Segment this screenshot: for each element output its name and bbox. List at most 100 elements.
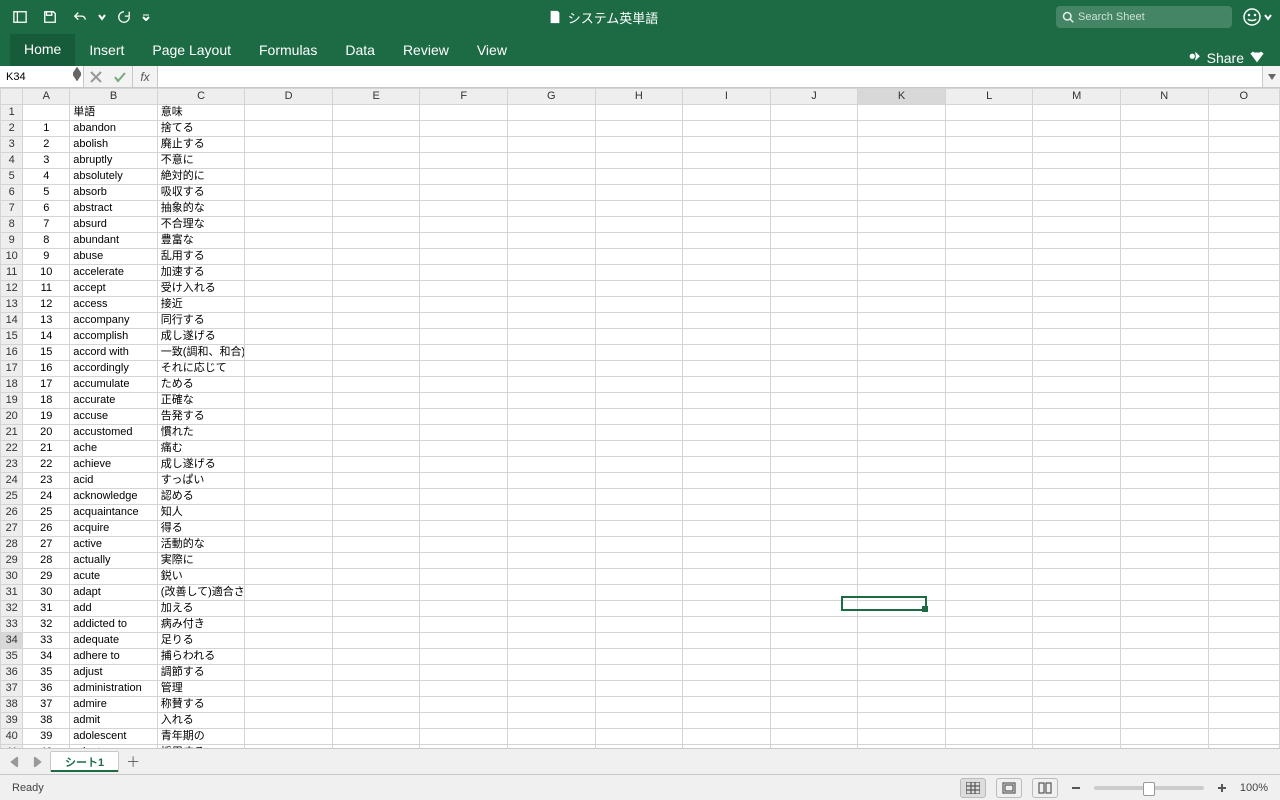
cell-C24[interactable]: すっぱい bbox=[157, 473, 245, 489]
cell-C8[interactable]: 不合理な bbox=[157, 217, 245, 233]
cell-G9[interactable] bbox=[508, 233, 596, 249]
cell-G1[interactable] bbox=[508, 105, 596, 121]
cell-N8[interactable] bbox=[1120, 217, 1208, 233]
cell-G20[interactable] bbox=[508, 409, 596, 425]
cell-A39[interactable]: 38 bbox=[23, 713, 70, 729]
cell-J40[interactable] bbox=[770, 729, 858, 745]
cell-J16[interactable] bbox=[770, 345, 858, 361]
qat-customize-icon[interactable] bbox=[142, 8, 150, 26]
cell-C2[interactable]: 捨てる bbox=[157, 121, 245, 137]
cell-O22[interactable] bbox=[1208, 441, 1279, 457]
cell-L17[interactable] bbox=[945, 361, 1033, 377]
row-header-35[interactable]: 35 bbox=[1, 649, 23, 665]
cell-I18[interactable] bbox=[683, 377, 771, 393]
cell-A26[interactable]: 25 bbox=[23, 505, 70, 521]
cell-L36[interactable] bbox=[945, 665, 1033, 681]
cell-N6[interactable] bbox=[1120, 185, 1208, 201]
cell-O10[interactable] bbox=[1208, 249, 1279, 265]
cell-F10[interactable] bbox=[420, 249, 508, 265]
cell-L23[interactable] bbox=[945, 457, 1033, 473]
cell-C9[interactable]: 豊富な bbox=[157, 233, 245, 249]
row-header-19[interactable]: 19 bbox=[1, 393, 23, 409]
cell-K1[interactable] bbox=[858, 105, 946, 121]
cell-F39[interactable] bbox=[420, 713, 508, 729]
cell-F7[interactable] bbox=[420, 201, 508, 217]
column-header-C[interactable]: C bbox=[157, 89, 245, 105]
cell-N34[interactable] bbox=[1120, 633, 1208, 649]
redo-icon[interactable] bbox=[112, 5, 136, 29]
cell-C30[interactable]: 鋭い bbox=[157, 569, 245, 585]
cell-I38[interactable] bbox=[683, 697, 771, 713]
cell-M12[interactable] bbox=[1033, 281, 1121, 297]
cell-N40[interactable] bbox=[1120, 729, 1208, 745]
cell-N12[interactable] bbox=[1120, 281, 1208, 297]
cell-F30[interactable] bbox=[420, 569, 508, 585]
cell-H36[interactable] bbox=[595, 665, 683, 681]
cell-E33[interactable] bbox=[332, 617, 420, 633]
cell-D8[interactable] bbox=[245, 217, 333, 233]
row-header-26[interactable]: 26 bbox=[1, 505, 23, 521]
column-header-L[interactable]: L bbox=[945, 89, 1033, 105]
cell-E9[interactable] bbox=[332, 233, 420, 249]
select-all-corner[interactable] bbox=[1, 89, 23, 105]
cell-K33[interactable] bbox=[858, 617, 946, 633]
cell-K34[interactable] bbox=[858, 633, 946, 649]
cell-D11[interactable] bbox=[245, 265, 333, 281]
cell-H15[interactable] bbox=[595, 329, 683, 345]
cell-G11[interactable] bbox=[508, 265, 596, 281]
cell-K27[interactable] bbox=[858, 521, 946, 537]
cell-B1[interactable]: 単語 bbox=[70, 105, 158, 121]
cell-K20[interactable] bbox=[858, 409, 946, 425]
ribbon-tab-insert[interactable]: Insert bbox=[75, 34, 138, 66]
zoom-slider[interactable] bbox=[1094, 786, 1204, 790]
cell-H34[interactable] bbox=[595, 633, 683, 649]
cell-F28[interactable] bbox=[420, 537, 508, 553]
row-header-20[interactable]: 20 bbox=[1, 409, 23, 425]
cell-M20[interactable] bbox=[1033, 409, 1121, 425]
cell-K31[interactable] bbox=[858, 585, 946, 601]
cell-I14[interactable] bbox=[683, 313, 771, 329]
cell-L7[interactable] bbox=[945, 201, 1033, 217]
cell-I5[interactable] bbox=[683, 169, 771, 185]
cell-E36[interactable] bbox=[332, 665, 420, 681]
cell-I12[interactable] bbox=[683, 281, 771, 297]
cell-D33[interactable] bbox=[245, 617, 333, 633]
cell-D39[interactable] bbox=[245, 713, 333, 729]
cell-C33[interactable]: 病み付き bbox=[157, 617, 245, 633]
cell-J2[interactable] bbox=[770, 121, 858, 137]
cell-D24[interactable] bbox=[245, 473, 333, 489]
cell-L5[interactable] bbox=[945, 169, 1033, 185]
cell-N9[interactable] bbox=[1120, 233, 1208, 249]
cell-H37[interactable] bbox=[595, 681, 683, 697]
cell-O2[interactable] bbox=[1208, 121, 1279, 137]
cell-H30[interactable] bbox=[595, 569, 683, 585]
cell-E15[interactable] bbox=[332, 329, 420, 345]
cell-N31[interactable] bbox=[1120, 585, 1208, 601]
cell-F24[interactable] bbox=[420, 473, 508, 489]
column-header-F[interactable]: F bbox=[420, 89, 508, 105]
cell-K24[interactable] bbox=[858, 473, 946, 489]
cell-I11[interactable] bbox=[683, 265, 771, 281]
cell-L2[interactable] bbox=[945, 121, 1033, 137]
cell-E6[interactable] bbox=[332, 185, 420, 201]
cell-G26[interactable] bbox=[508, 505, 596, 521]
cell-B34[interactable]: adequate bbox=[70, 633, 158, 649]
cell-A17[interactable]: 16 bbox=[23, 361, 70, 377]
cell-O39[interactable] bbox=[1208, 713, 1279, 729]
cell-J5[interactable] bbox=[770, 169, 858, 185]
ribbon-tab-page-layout[interactable]: Page Layout bbox=[138, 34, 245, 66]
cell-F25[interactable] bbox=[420, 489, 508, 505]
cell-I17[interactable] bbox=[683, 361, 771, 377]
row-header-7[interactable]: 7 bbox=[1, 201, 23, 217]
cell-C32[interactable]: 加える bbox=[157, 601, 245, 617]
cell-A5[interactable]: 4 bbox=[23, 169, 70, 185]
cell-N2[interactable] bbox=[1120, 121, 1208, 137]
cell-A13[interactable]: 12 bbox=[23, 297, 70, 313]
cell-M5[interactable] bbox=[1033, 169, 1121, 185]
row-header-41[interactable]: 41 bbox=[1, 745, 23, 749]
cell-N19[interactable] bbox=[1120, 393, 1208, 409]
cell-H3[interactable] bbox=[595, 137, 683, 153]
cell-O32[interactable] bbox=[1208, 601, 1279, 617]
cell-K9[interactable] bbox=[858, 233, 946, 249]
cell-H6[interactable] bbox=[595, 185, 683, 201]
